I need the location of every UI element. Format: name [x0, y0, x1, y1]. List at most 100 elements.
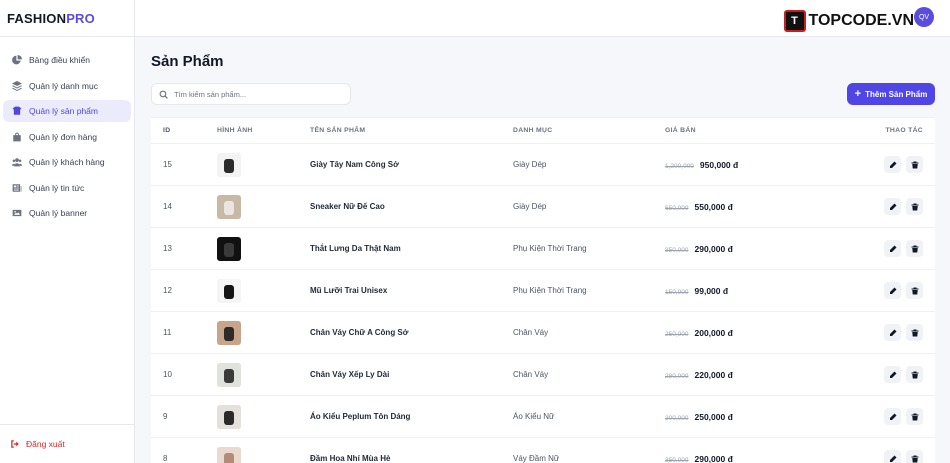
sale-price: 550,000 đ: [694, 201, 733, 212]
delete-button[interactable]: [906, 366, 923, 383]
cell-image: [205, 194, 301, 219]
cell-id: 15: [163, 160, 172, 169]
cell-category: Giày Dép: [513, 160, 547, 169]
edit-button[interactable]: [884, 324, 901, 341]
cell-actions: [856, 240, 935, 257]
cell-id: 12: [163, 286, 172, 295]
column-name[interactable]: TÊN SẢN PHẨM: [301, 127, 504, 134]
pencil-icon: [889, 329, 896, 336]
sidebar: FASHIONPRO Bảng điều khiển Quản lý danh …: [0, 0, 135, 463]
delete-button[interactable]: [906, 156, 923, 173]
cell-category: Váy Đầm Nữ: [513, 454, 560, 463]
product-thumbnail[interactable]: [217, 446, 241, 463]
cell-category: Chân Váy: [513, 328, 549, 337]
delete-button[interactable]: [906, 450, 923, 463]
old-price: 350,000: [665, 246, 689, 254]
sale-price: 220,000 đ: [694, 369, 733, 380]
product-thumbnail[interactable]: [217, 320, 241, 345]
pencil-icon: [889, 413, 896, 420]
edit-button[interactable]: [884, 366, 901, 383]
box-icon: [11, 106, 22, 117]
sidebar-item-products[interactable]: Quản lý sản phẩm: [3, 100, 131, 122]
old-price: 1,200,000: [665, 162, 694, 170]
sale-price: 99,000 đ: [694, 285, 729, 296]
logo-main: FASHION: [7, 11, 67, 26]
sale-price: 290,000 đ: [694, 243, 733, 254]
sidebar-item-label: Bảng điều khiển: [29, 55, 90, 65]
edit-button[interactable]: [884, 408, 901, 425]
sidebar-item-customers[interactable]: Quản lý khách hàng: [3, 151, 131, 173]
trash-icon: [911, 287, 918, 294]
edit-button[interactable]: [884, 450, 901, 463]
newspaper-icon: [11, 182, 22, 193]
column-price[interactable]: GIÁ BÁN: [656, 127, 856, 134]
delete-button[interactable]: [906, 282, 923, 299]
sidebar-item-orders[interactable]: Quản lý đơn hàng: [3, 126, 131, 148]
sidebar-item-label: Quản lý banner: [29, 208, 88, 218]
edit-button[interactable]: [884, 156, 901, 173]
cell-name: Thắt Lưng Da Thật Nam: [310, 244, 401, 253]
main-content: Sản Phẩm + Thêm Sản Phẩm ID HÌNH ẢNH TÊN…: [135, 37, 950, 463]
page-title: Sản Phẩm: [151, 53, 224, 70]
cell-id: 13: [163, 244, 172, 253]
old-price: 650,000: [665, 204, 689, 212]
logout-button[interactable]: Đăng xuất: [0, 424, 135, 463]
product-thumbnail[interactable]: [217, 152, 241, 177]
app-logo[interactable]: FASHIONPRO: [0, 0, 134, 37]
delete-button[interactable]: [906, 324, 923, 341]
sidebar-item-label: Quản lý sản phẩm: [29, 106, 98, 116]
column-id[interactable]: ID: [151, 127, 205, 134]
product-thumbnail[interactable]: [217, 278, 241, 303]
cell-image: [205, 320, 301, 345]
cell-category: Áo Kiểu Nữ: [513, 412, 555, 421]
old-price: 300,000: [665, 414, 689, 422]
delete-button[interactable]: [906, 408, 923, 425]
cell-price: 350,000 290,000 đ: [656, 244, 856, 254]
layers-icon: [11, 80, 22, 91]
cell-category: Phụ Kiện Thời Trang: [513, 286, 587, 295]
sidebar-item-banner[interactable]: Quản lý banner: [3, 202, 131, 224]
edit-button[interactable]: [884, 282, 901, 299]
cell-category: Phụ Kiện Thời Trang: [513, 244, 587, 253]
table-body: 15 Giày Tây Nam Công Sở Giày Dép 1,200,000 9…: [151, 144, 935, 463]
logout-icon: [11, 440, 19, 448]
cell-actions: [856, 450, 935, 463]
cell-image: [205, 152, 301, 177]
cell-name: Chân Váy Chữ A Công Sở: [310, 328, 409, 337]
table-row: 10 Chân Váy Xếp Ly Dài Chân Váy 280,000 220,…: [151, 354, 935, 396]
delete-button[interactable]: [906, 198, 923, 215]
product-thumbnail[interactable]: [217, 362, 241, 387]
delete-button[interactable]: [906, 240, 923, 257]
cell-price: 280,000 220,000 đ: [656, 370, 856, 380]
cell-id: 10: [163, 370, 172, 379]
table-header: ID HÌNH ẢNH TÊN SẢN PHẨM DANH MỤC GIÁ BÁ…: [151, 118, 935, 144]
add-product-button[interactable]: + Thêm Sản Phẩm: [847, 83, 935, 105]
search-input[interactable]: [174, 89, 344, 99]
old-price: 150,000: [665, 288, 689, 296]
product-thumbnail[interactable]: [217, 404, 241, 429]
trash-icon: [911, 245, 918, 252]
sidebar-item-dashboard[interactable]: Bảng điều khiển: [3, 49, 131, 71]
sidebar-item-news[interactable]: Quản lý tin tức: [3, 177, 131, 199]
sale-price: 290,000 đ: [694, 453, 733, 463]
cell-category: Giày Dép: [513, 202, 547, 211]
search-icon: [159, 90, 168, 99]
old-price: 250,000: [665, 330, 689, 338]
cell-name: Chân Váy Xếp Ly Dài: [310, 370, 390, 379]
search-box[interactable]: [151, 83, 351, 105]
product-thumbnail[interactable]: [217, 194, 241, 219]
edit-button[interactable]: [884, 198, 901, 215]
pencil-icon: [889, 287, 896, 294]
product-thumbnail[interactable]: [217, 236, 241, 261]
cell-actions: [856, 156, 935, 173]
sidebar-item-categories[interactable]: Quản lý danh mục: [3, 75, 131, 97]
users-icon: [11, 157, 22, 168]
shopping-bag-icon: [11, 131, 22, 142]
pencil-icon: [889, 245, 896, 252]
cell-price: 150,000 99,000 đ: [656, 286, 856, 296]
edit-button[interactable]: [884, 240, 901, 257]
cell-image: [205, 362, 301, 387]
cell-name: Sneaker Nữ Đế Cao: [310, 202, 385, 211]
avatar[interactable]: QV: [914, 7, 934, 27]
column-category[interactable]: DANH MỤC: [504, 127, 656, 134]
